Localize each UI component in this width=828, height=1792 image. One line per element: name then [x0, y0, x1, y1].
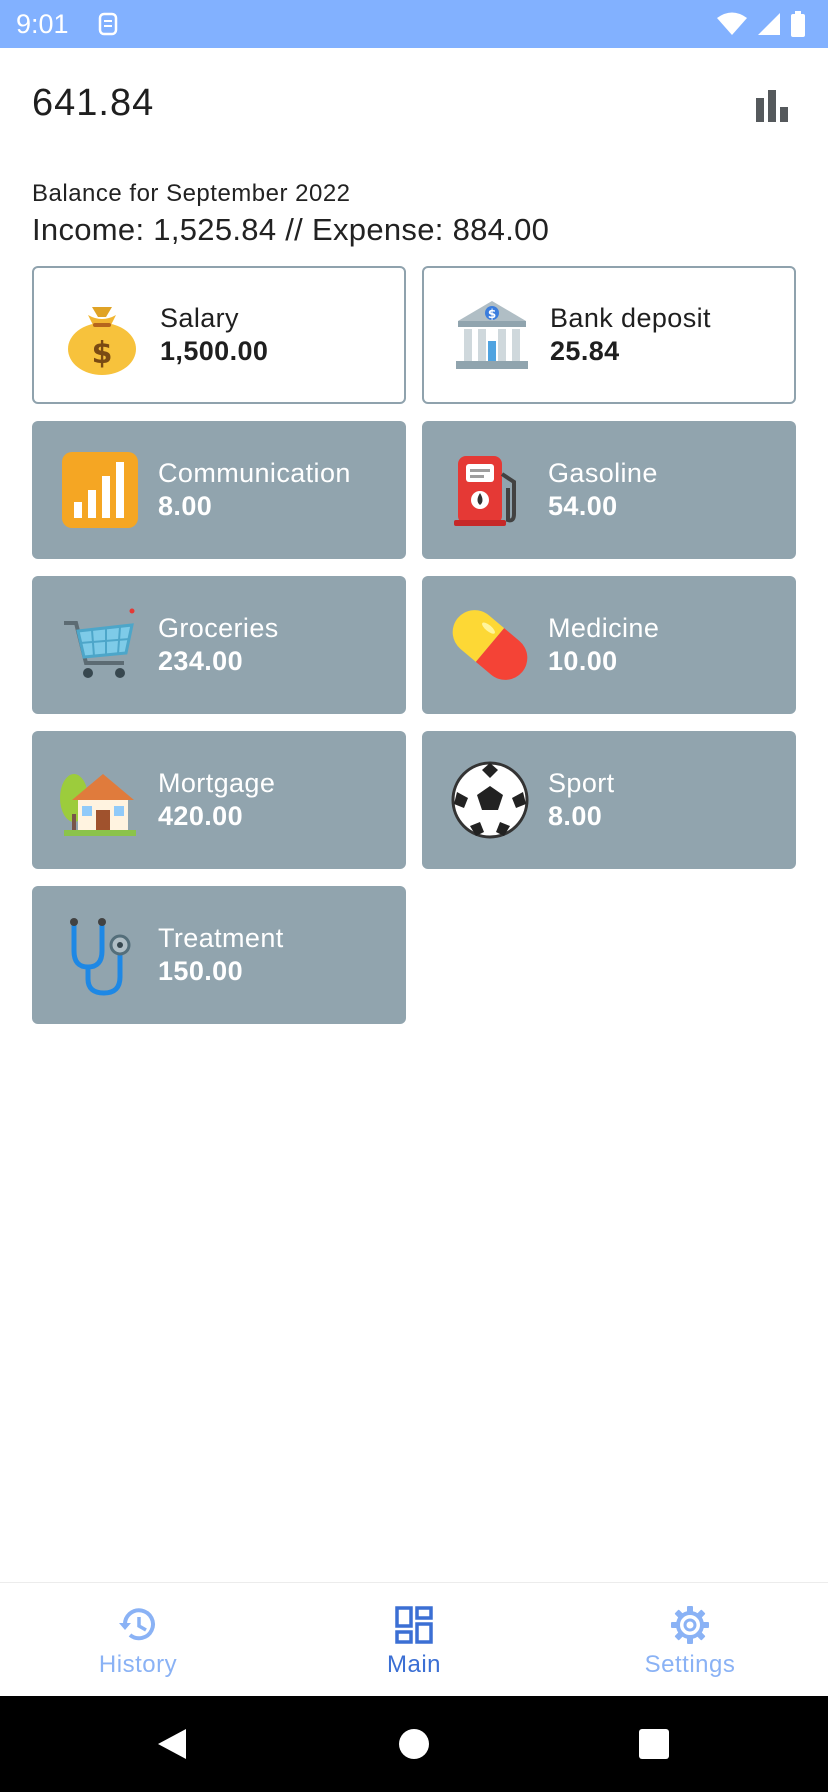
dashboard-icon [395, 1606, 433, 1644]
category-tile-bank-deposit[interactable]: $ Bank deposit 25.84 [422, 266, 796, 404]
soccer-ball-icon [448, 758, 532, 842]
balance-period-label: Balance for September 2022 [32, 180, 351, 207]
tile-name: Bank deposit [550, 303, 711, 333]
back-icon[interactable] [154, 1726, 190, 1762]
category-tile-medicine[interactable]: Medicine 10.00 [422, 576, 796, 714]
tile-amount: 8.00 [548, 801, 603, 831]
category-tile-treatment[interactable]: Treatment 150.00 [32, 886, 406, 1024]
tile-amount: 420.00 [158, 801, 243, 831]
category-tile-salary[interactable]: $ Salary 1,500.00 [32, 266, 406, 404]
category-tile-mortgage[interactable]: Mortgage 420.00 [32, 731, 406, 869]
tile-name: Communication [158, 458, 351, 488]
nav-tab-history[interactable]: History [0, 1583, 276, 1697]
tile-name: Sport [548, 768, 615, 798]
nav-label: Main [386, 1651, 442, 1678]
history-icon [119, 1608, 155, 1641]
status-icons [716, 11, 806, 37]
category-tile-sport[interactable]: Sport 8.00 [422, 731, 796, 869]
signal-bars-icon [58, 448, 142, 532]
home-icon[interactable] [396, 1726, 432, 1762]
stethoscope-icon [58, 913, 142, 997]
tile-name: Gasoline [548, 458, 658, 488]
house-icon [58, 758, 142, 842]
bank-icon: $ [450, 293, 534, 377]
gear-icon [671, 1606, 709, 1644]
tile-amount: 8.00 [158, 491, 213, 521]
system-navigation-bar [0, 1696, 828, 1792]
category-tile-communication[interactable]: Communication 8.00 [32, 421, 406, 559]
statistics-button[interactable] [752, 86, 792, 126]
svg-text:$: $ [92, 336, 113, 371]
tile-name: Groceries [158, 613, 279, 643]
tile-amount: 54.00 [548, 491, 618, 521]
tile-amount: 10.00 [548, 646, 618, 676]
shopping-cart-icon [58, 603, 142, 687]
cellular-signal-icon [758, 13, 780, 35]
nav-label: Settings [644, 1651, 736, 1678]
nav-tab-settings[interactable]: Settings [552, 1583, 828, 1697]
bar-chart-icon [756, 90, 788, 122]
category-tile-gasoline[interactable]: Gasoline 54.00 [422, 421, 796, 559]
category-tile-groceries[interactable]: Groceries 234.00 [32, 576, 406, 714]
battery-icon [791, 11, 805, 37]
svg-text:$: $ [488, 307, 496, 321]
tile-amount: 1,500.00 [160, 336, 269, 366]
sim-card-icon [98, 12, 118, 36]
tile-name: Treatment [158, 923, 284, 953]
tile-name: Mortgage [158, 768, 276, 798]
fuel-pump-icon [448, 448, 532, 532]
money-bag-icon: $ [60, 293, 144, 377]
status-time: 9:01 [16, 9, 69, 39]
bottom-navigation: History Main Settings [0, 1582, 828, 1696]
tile-name: Medicine [548, 613, 660, 643]
nav-label: History [98, 1651, 178, 1678]
tile-amount: 234.00 [158, 646, 243, 676]
pill-icon [448, 603, 532, 687]
total-balance: 641.84 [32, 82, 155, 124]
recents-icon[interactable] [636, 1726, 672, 1762]
nav-tab-main[interactable]: Main [276, 1583, 552, 1697]
income-expense-summary: Income: 1,525.84 // Expense: 884.00 [32, 212, 550, 247]
tile-amount: 25.84 [550, 336, 620, 366]
tile-amount: 150.00 [158, 956, 243, 986]
tile-name: Salary [160, 303, 239, 333]
status-bar: 9:01 [0, 0, 828, 48]
wifi-icon [717, 12, 747, 35]
